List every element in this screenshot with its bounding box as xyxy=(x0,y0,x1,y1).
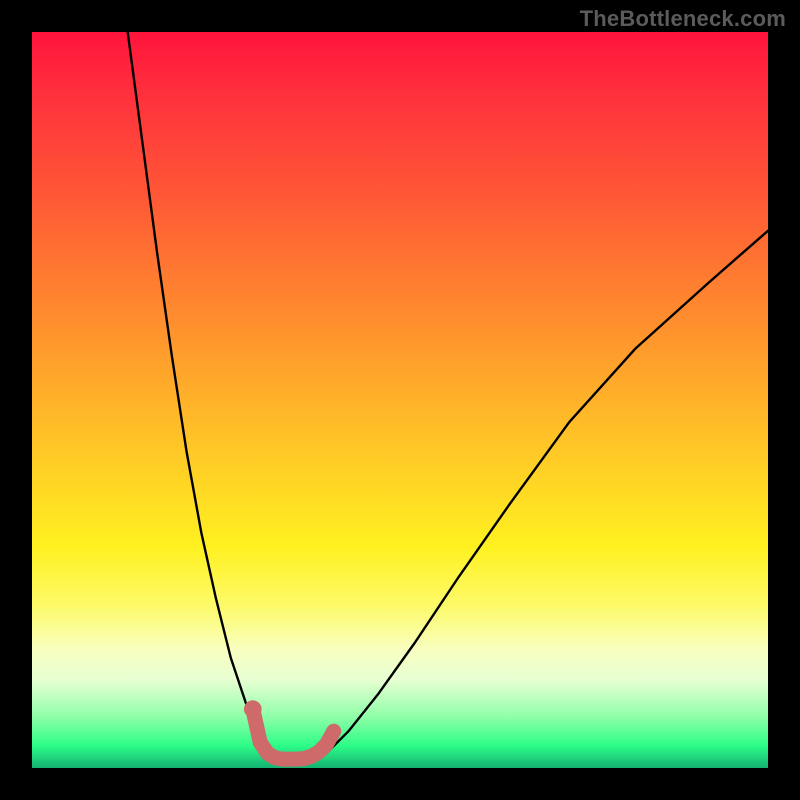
marker-layer xyxy=(244,700,262,718)
plot-area xyxy=(32,32,768,768)
watermark-text: TheBottleneck.com xyxy=(580,6,786,32)
chart-frame: TheBottleneck.com xyxy=(0,0,800,800)
series-bottom-pink-segment xyxy=(253,709,334,759)
series-layer xyxy=(128,32,768,759)
marker-pink-dot-left xyxy=(244,700,262,718)
series-left-curve xyxy=(128,32,268,753)
chart-svg xyxy=(32,32,768,768)
series-right-curve xyxy=(326,231,768,754)
